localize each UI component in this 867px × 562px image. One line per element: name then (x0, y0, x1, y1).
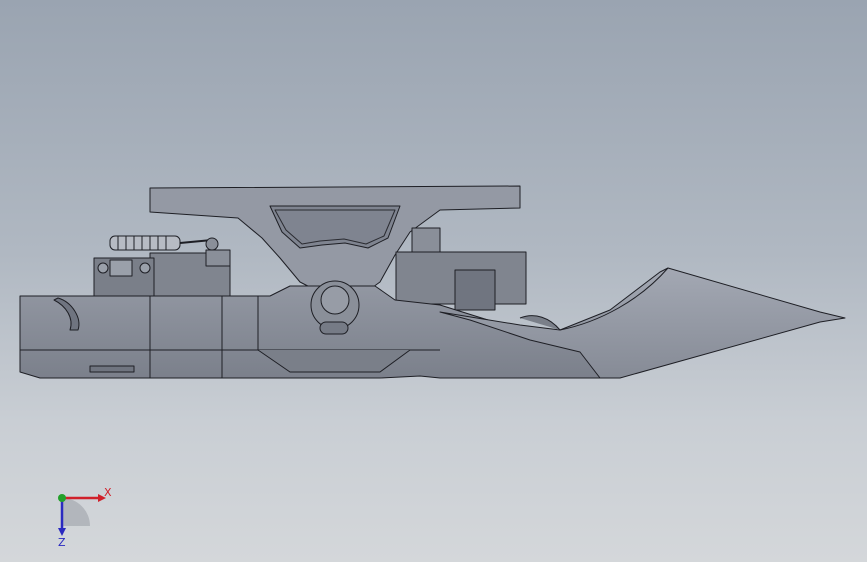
triad-shadow (62, 498, 90, 526)
graphics-viewport[interactable]: X Z (0, 0, 867, 562)
y-axis-dot (58, 494, 66, 502)
orientation-triad: X Z (58, 486, 112, 549)
z-axis-label: Z (58, 536, 66, 549)
x-axis-label: X (104, 486, 112, 499)
spring (109, 235, 181, 251)
cad-model[interactable] (0, 0, 867, 562)
